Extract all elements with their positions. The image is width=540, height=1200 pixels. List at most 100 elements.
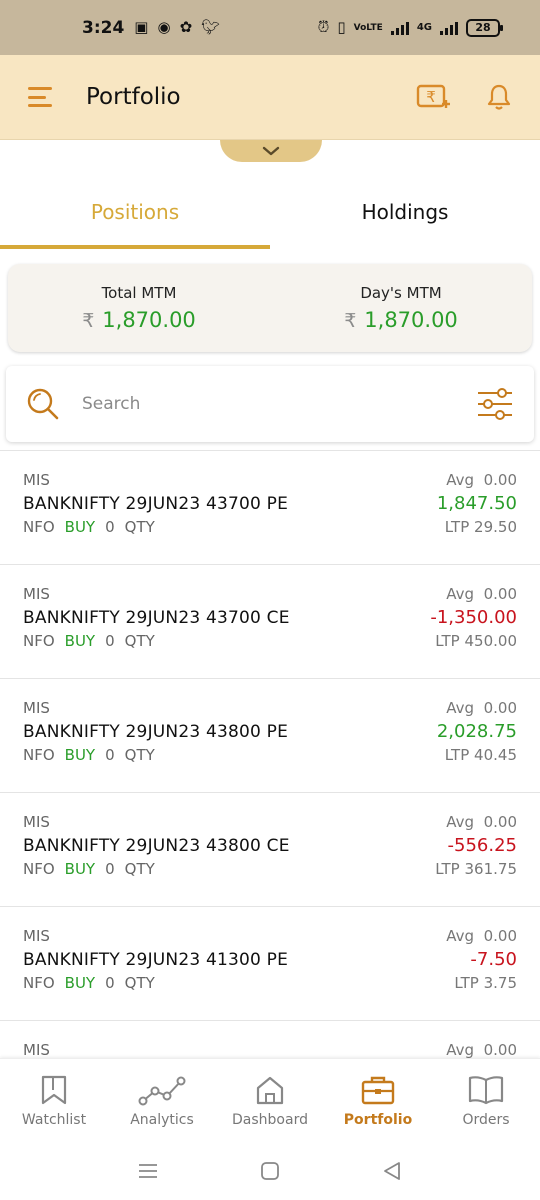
nav-portfolio[interactable]: Portfolio	[324, 1059, 432, 1142]
calendar-notification-icon: ▣	[134, 18, 149, 36]
battery-icon: 28	[466, 18, 503, 37]
avg-label: Avg	[446, 585, 475, 603]
signal-icon	[390, 21, 409, 35]
list-item[interactable]: MIS Avg 0.00 BANKNIFTY 29JUN23 41300 PE -7…	[0, 906, 540, 1020]
ltp-label: LTP	[435, 632, 460, 650]
app-header: Portfolio ₹	[0, 55, 540, 140]
ltp-label: LTP	[435, 860, 460, 878]
qty: 0	[105, 518, 115, 536]
day-mtm-value: 1,870.00	[364, 308, 458, 332]
bell-icon[interactable]	[486, 83, 512, 111]
bookmark-icon	[41, 1075, 67, 1104]
product-type: MIS	[23, 927, 50, 945]
list-item[interactable]: MIS Avg 0.00 BANKNIFTY 29JUN23 43800 PE 2,…	[0, 678, 540, 792]
search-icon[interactable]	[26, 387, 60, 421]
list-item[interactable]: MIS Avg 0.00 BANKNIFTY 29JUN23 43700 CE -1…	[0, 564, 540, 678]
exchange: NFO	[23, 860, 55, 878]
nav-watchlist[interactable]: Watchlist	[0, 1059, 108, 1142]
positions-list: MIS Avg 0.00 BANKNIFTY 29JUN23 43700 PE 1,…	[0, 450, 540, 1134]
side: BUY	[64, 746, 96, 764]
ltp-value: 361.75	[464, 860, 518, 878]
svg-text:₹: ₹	[426, 88, 436, 106]
chrome-notification-icon: ◉	[157, 18, 171, 36]
add-funds-icon[interactable]: ₹	[416, 82, 452, 112]
back-icon[interactable]	[381, 1160, 403, 1182]
pnl-value: -1,350.00	[430, 607, 517, 628]
menu-icon[interactable]	[28, 85, 56, 109]
tab-holdings[interactable]: Holdings	[270, 175, 540, 249]
side: BUY	[64, 518, 96, 536]
status-bar: 3:24 ▣ ◉ ✿ 🐦︎ ⏰︎ ▯ VoLTE 4G 28	[0, 0, 540, 55]
list-item[interactable]: MIS Avg 0.00 BANKNIFTY 29JUN23 43700 PE 1,…	[0, 450, 540, 564]
total-mtm-value: 1,870.00	[102, 308, 196, 332]
qty-label: QTY	[124, 860, 155, 878]
nav-analytics[interactable]: Analytics	[108, 1059, 216, 1142]
side: BUY	[64, 860, 96, 878]
total-mtm-label: Total MTM	[101, 284, 177, 302]
pnl-value: -7.50	[470, 949, 517, 970]
symbol: BANKNIFTY 29JUN23 43700 PE	[23, 494, 289, 514]
ltp-value: 450.00	[464, 632, 518, 650]
exchange: NFO	[23, 746, 55, 764]
mtm-summary-card: Total MTM ₹ 1,870.00 Day's MTM ₹ 1,870.0…	[8, 264, 532, 352]
page-title: Portfolio	[86, 84, 181, 110]
twitter-notification-icon: 🐦︎	[201, 18, 221, 36]
avg-label: Avg	[446, 813, 475, 831]
day-mtm-label: Day's MTM	[360, 284, 442, 302]
avg-value: 0.00	[483, 471, 517, 489]
qty-label: QTY	[124, 746, 155, 764]
qty-label: QTY	[124, 632, 155, 650]
home-button-icon[interactable]	[259, 1160, 281, 1182]
side: BUY	[64, 632, 96, 650]
nav-dashboard[interactable]: Dashboard	[216, 1059, 324, 1142]
search-bar	[6, 366, 534, 442]
book-icon	[468, 1075, 504, 1104]
briefcase-icon	[361, 1076, 395, 1104]
product-type: MIS	[23, 1041, 50, 1059]
signal-icon-2	[440, 21, 458, 35]
avg-value: 0.00	[483, 585, 517, 603]
expand-toggle[interactable]	[220, 140, 322, 162]
avg-label: Avg	[446, 1041, 475, 1059]
nav-orders[interactable]: Orders	[432, 1059, 540, 1142]
system-nav-bar	[0, 1142, 540, 1200]
nav-label: Dashboard	[232, 1111, 308, 1128]
nav-label: Portfolio	[343, 1111, 413, 1128]
avg-label: Avg	[446, 471, 475, 489]
symbol: BANKNIFTY 29JUN23 43700 CE	[23, 608, 290, 628]
tab-positions[interactable]: Positions	[0, 175, 270, 249]
battery-level: 28	[475, 21, 491, 34]
nav-label: Analytics	[130, 1111, 194, 1128]
exchange: NFO	[23, 518, 55, 536]
day-mtm: Day's MTM ₹ 1,870.00	[270, 264, 532, 352]
qty: 0	[105, 974, 115, 992]
nav-label: Orders	[462, 1111, 510, 1128]
qty: 0	[105, 746, 115, 764]
ltp-value: 29.50	[474, 518, 517, 536]
product-type: MIS	[23, 813, 50, 831]
ltp-value: 40.45	[474, 746, 517, 764]
list-item[interactable]: MIS Avg 0.00 BANKNIFTY 29JUN23 43800 CE -5…	[0, 792, 540, 906]
alarm-icon: ⏰︎	[317, 18, 330, 36]
search-input[interactable]	[82, 394, 476, 414]
product-type: MIS	[23, 699, 50, 717]
avg-value: 0.00	[483, 699, 517, 717]
status-time: 3:24	[82, 17, 125, 38]
pnl-value: 1,847.50	[436, 493, 517, 514]
qty: 0	[105, 632, 115, 650]
product-type: MIS	[23, 471, 50, 489]
avg-value: 0.00	[483, 1041, 517, 1059]
filter-icon[interactable]	[476, 387, 514, 421]
qty-label: QTY	[124, 518, 155, 536]
nav-label: Watchlist	[21, 1111, 87, 1128]
symbol: BANKNIFTY 29JUN23 41300 PE	[23, 950, 289, 970]
chevron-down-icon	[262, 146, 280, 156]
recent-apps-icon[interactable]	[137, 1162, 159, 1180]
rupee-icon: ₹	[344, 310, 357, 332]
vibrate-icon: ▯	[337, 18, 346, 36]
ltp-value: 3.75	[483, 974, 517, 992]
avg-label: Avg	[446, 927, 475, 945]
avg-label: Avg	[446, 699, 475, 717]
rupee-icon: ₹	[82, 310, 95, 332]
ltp-label: LTP	[454, 974, 479, 992]
